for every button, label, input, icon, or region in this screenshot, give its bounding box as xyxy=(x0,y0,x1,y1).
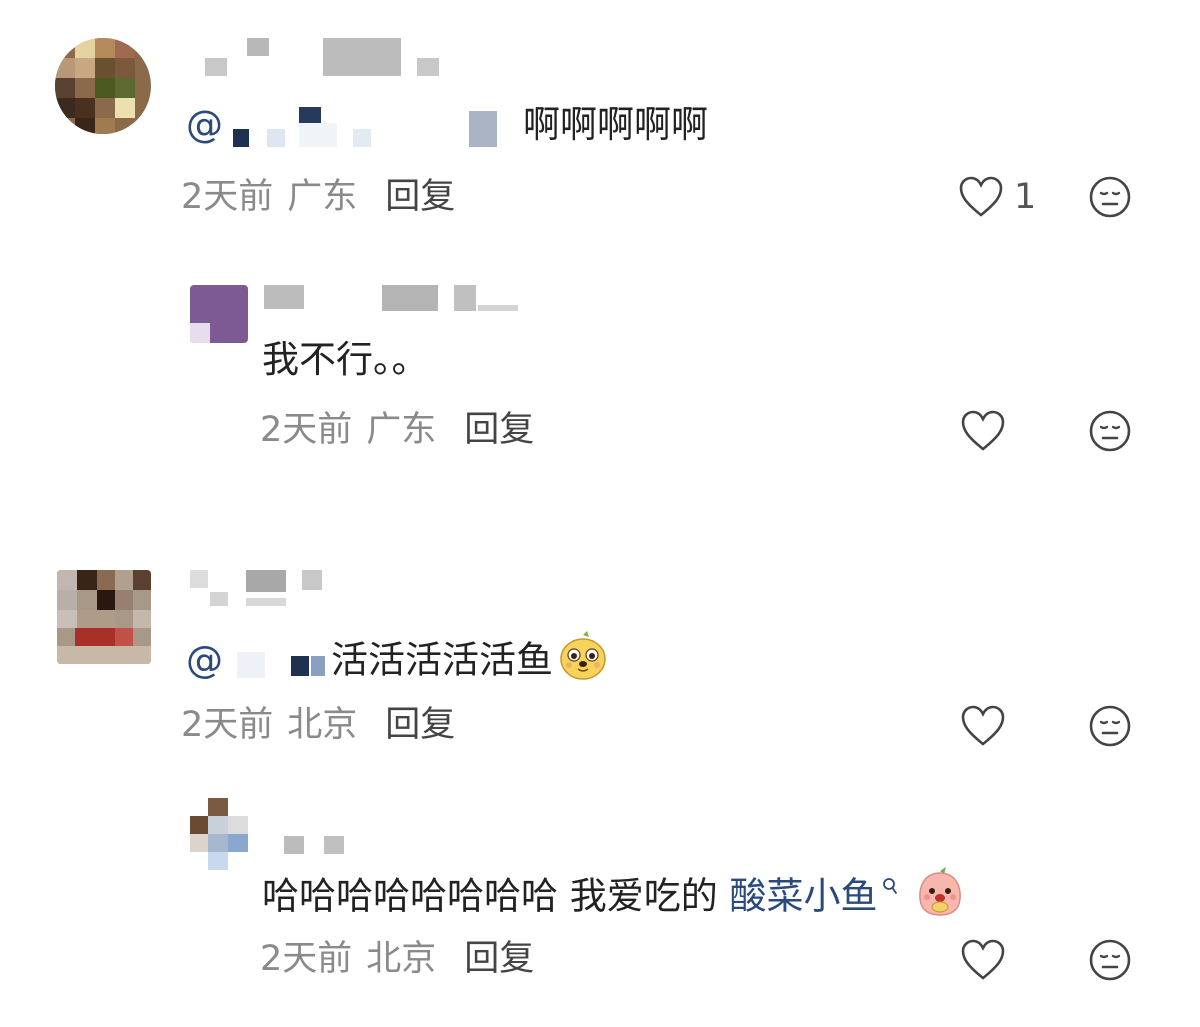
username-blurred[interactable] xyxy=(205,38,445,78)
mention-username-blurred[interactable] xyxy=(223,642,331,682)
neutral-face-icon xyxy=(1089,176,1131,218)
comment-text: @ 活活活活活鱼 xyxy=(186,631,607,693)
mention[interactable]: @ xyxy=(186,639,223,682)
react-button[interactable] xyxy=(1088,938,1132,986)
avatar[interactable] xyxy=(57,570,151,664)
mention-username-blurred[interactable] xyxy=(223,106,523,147)
reply-button[interactable]: 回复 xyxy=(464,939,534,979)
reply-username-blurred[interactable] xyxy=(264,285,524,315)
username-blurred[interactable] xyxy=(190,570,330,610)
like-button[interactable] xyxy=(960,409,1006,453)
location: 广东 xyxy=(366,410,437,450)
pink-peach-sticker xyxy=(916,866,964,929)
avatar[interactable] xyxy=(55,38,151,134)
reply-text: 哈哈哈哈哈哈哈哈 我爱吃的 酸菜小鱼 xyxy=(262,865,964,929)
location: 北京 xyxy=(287,705,358,745)
yellow-dog-sticker xyxy=(559,631,607,693)
reply-text: 我不行。。 xyxy=(262,338,429,381)
react-button[interactable] xyxy=(1088,409,1132,457)
comment-text-content: 活活活活活鱼 xyxy=(331,638,553,682)
heart-outline-icon xyxy=(961,410,1005,451)
react-button[interactable] xyxy=(1088,175,1132,223)
search-link[interactable]: 酸菜小鱼 xyxy=(730,874,878,917)
reply-meta: 2天前 广东 回复 xyxy=(260,408,534,452)
comment-text: @ 啊啊啊啊啊 xyxy=(186,101,708,149)
reply-button[interactable]: 回复 xyxy=(385,705,455,745)
timestamp: 2天前 xyxy=(260,939,353,979)
reply-text-content: 哈哈哈哈哈哈哈哈 我爱吃的 xyxy=(262,874,730,918)
search-icon[interactable] xyxy=(882,876,898,901)
reply-username-blurred[interactable] xyxy=(284,836,354,856)
mention[interactable]: @ xyxy=(186,103,223,146)
reply-button[interactable]: 回复 xyxy=(385,177,455,217)
reply-avatar[interactable] xyxy=(190,798,248,872)
reply-button[interactable]: 回复 xyxy=(464,410,534,450)
neutral-face-icon xyxy=(1089,705,1131,747)
like-count: 1 xyxy=(1014,177,1037,217)
comment-text-content: 啊啊啊啊啊 xyxy=(523,103,708,146)
reply-meta: 2天前 北京 回复 xyxy=(260,937,534,981)
neutral-face-icon xyxy=(1089,939,1131,981)
heart-outline-icon xyxy=(959,176,1003,217)
like-button[interactable] xyxy=(960,704,1006,748)
like-button[interactable] xyxy=(960,938,1006,982)
heart-outline-icon xyxy=(961,705,1005,746)
comment-meta: 2天前 广东 回复 xyxy=(181,175,455,219)
reply-avatar[interactable] xyxy=(190,285,248,343)
react-button[interactable] xyxy=(1088,704,1132,752)
timestamp: 2天前 xyxy=(181,705,274,745)
location: 北京 xyxy=(366,939,437,979)
neutral-face-icon xyxy=(1089,410,1131,452)
timestamp: 2天前 xyxy=(181,177,274,217)
heart-outline-icon xyxy=(961,939,1005,980)
timestamp: 2天前 xyxy=(260,410,353,450)
comment-meta: 2天前 北京 回复 xyxy=(181,703,455,747)
like-button[interactable]: 1 xyxy=(958,175,1036,219)
location: 广东 xyxy=(287,177,358,217)
